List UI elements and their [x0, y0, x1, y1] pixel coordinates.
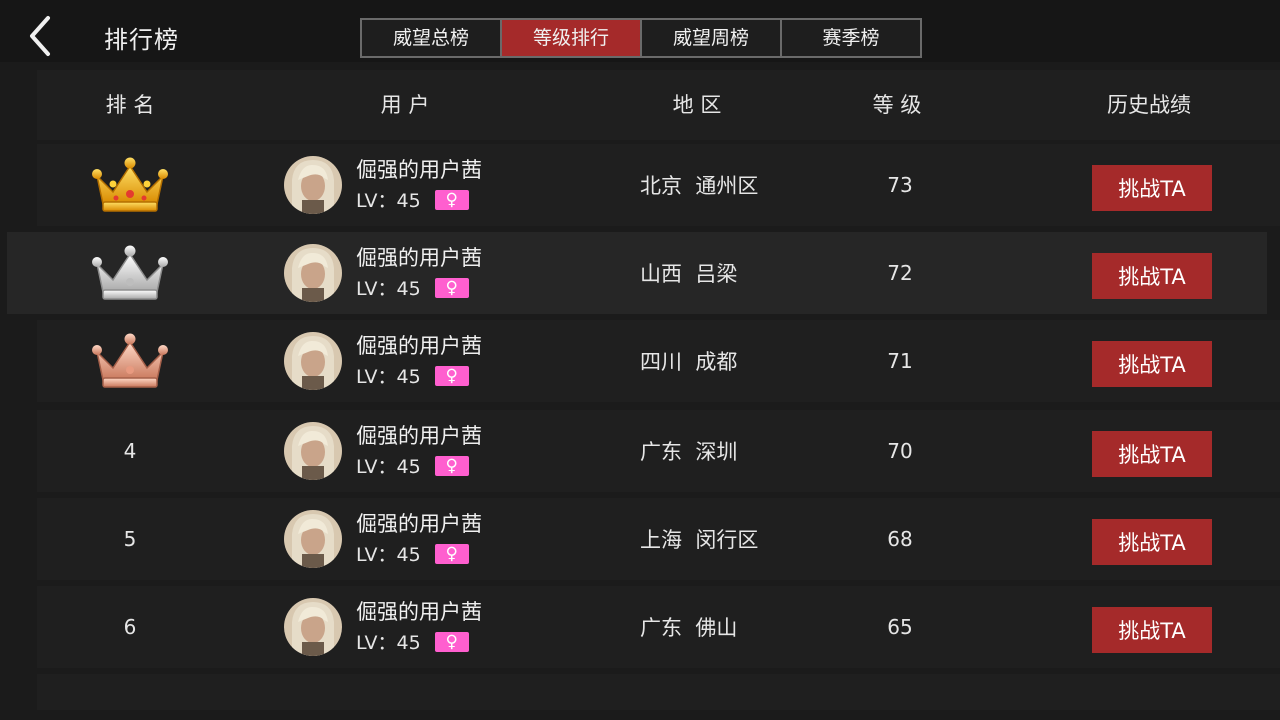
user-cell[interactable]: 倔强的用户茜 LV：45 ♀	[284, 586, 482, 668]
challenge-button[interactable]: 挑战TA	[1092, 341, 1212, 387]
page-title: 排行榜	[104, 26, 179, 54]
rank-number: 6	[123, 615, 137, 639]
tab-prestige-weekly[interactable]: 威望周榜	[642, 20, 782, 56]
level-cell: 70	[887, 439, 913, 463]
region-cell: 广东 深圳	[640, 440, 738, 464]
user-photo-icon	[284, 244, 342, 302]
user-photo-icon	[284, 332, 342, 390]
top-bar: 排行榜 威望总榜 等级排行 威望周榜 赛季榜	[0, 0, 1280, 62]
user-level: LV：45	[356, 190, 421, 212]
avatar[interactable]	[284, 422, 342, 480]
avatar[interactable]	[284, 332, 342, 390]
level-cell: 72	[887, 261, 913, 285]
column-region: 地 区	[672, 93, 722, 117]
tab-prestige-total[interactable]: 威望总榜	[362, 20, 502, 56]
challenge-button[interactable]: 挑战TA	[1092, 519, 1212, 565]
user-info: 倔强的用户茜 LV：45 ♀	[356, 333, 482, 389]
level-cell: 71	[887, 349, 913, 373]
gold-crown-icon	[92, 157, 168, 212]
user-cell[interactable]: 倔强的用户茜 LV：45 ♀	[284, 498, 482, 580]
user-photo-icon	[284, 598, 342, 656]
avatar[interactable]	[284, 244, 342, 302]
user-info: 倔强的用户茜 LV：45 ♀	[356, 423, 482, 479]
region-cell: 四川 成都	[640, 350, 738, 374]
female-icon: ♀	[434, 365, 469, 386]
user-info: 倔强的用户茜 LV：45 ♀	[356, 511, 482, 567]
level-cell: 68	[887, 527, 913, 551]
chevron-left-icon	[30, 16, 50, 56]
avatar[interactable]	[284, 598, 342, 656]
challenge-button[interactable]: 挑战TA	[1092, 165, 1212, 211]
avatar[interactable]	[284, 510, 342, 568]
rank-cell	[37, 232, 223, 314]
level-cell: 73	[887, 173, 913, 197]
user-level: LV：45	[356, 632, 421, 654]
user-level: LV：45	[356, 278, 421, 300]
left-margin	[0, 62, 37, 720]
table-row: 6 倔强的用户茜 LV：45 ♀ 广东 佛山 65 挑战TA	[37, 586, 1280, 668]
region-cell: 广东 佛山	[640, 616, 738, 640]
rank-number: 5	[123, 527, 137, 551]
silver-crown-icon	[92, 245, 168, 300]
user-cell[interactable]: 倔强的用户茜 LV：45 ♀	[284, 410, 482, 492]
region-cell: 北京 通州区	[640, 174, 759, 198]
table-row: 5 倔强的用户茜 LV：45 ♀ 上海 闵行区 68 挑战TA	[37, 498, 1280, 580]
user-info: 倔强的用户茜 LV：45 ♀	[356, 599, 482, 655]
column-rank: 排 名	[105, 93, 155, 117]
user-info: 倔强的用户茜 LV：45 ♀	[356, 157, 482, 213]
user-photo-icon	[284, 422, 342, 480]
challenge-button[interactable]: 挑战TA	[1092, 253, 1212, 299]
tab-level-ranking[interactable]: 等级排行	[502, 20, 642, 56]
user-name: 倔强的用户茜	[356, 424, 482, 448]
column-history: 历史战绩	[1107, 93, 1191, 117]
user-level: LV：45	[356, 456, 421, 478]
region-cell: 上海 闵行区	[640, 528, 759, 552]
column-user: 用 户	[380, 93, 430, 117]
level-cell: 65	[887, 615, 913, 639]
user-name: 倔强的用户茜	[356, 158, 482, 182]
user-cell[interactable]: 倔强的用户茜 LV：45 ♀	[284, 232, 482, 314]
user-level: LV：45	[356, 544, 421, 566]
rank-cell	[37, 320, 223, 402]
challenge-button[interactable]: 挑战TA	[1092, 431, 1212, 477]
rank-cell	[37, 144, 223, 226]
table-row: 4 倔强的用户茜 LV：45 ♀ 广东 深圳 70 挑战TA	[37, 410, 1280, 492]
rank-number: 4	[123, 439, 137, 463]
leaderboard-table: 排 名 用 户 地 区 等 级 历史战绩 倔强的用户茜 LV：45 ♀ 北京 通…	[7, 62, 1280, 720]
user-cell[interactable]: 倔强的用户茜 LV：45 ♀	[284, 320, 482, 402]
female-icon: ♀	[434, 189, 469, 210]
user-level: LV：45	[356, 366, 421, 388]
column-level: 等 级	[872, 93, 922, 117]
region-cell: 山西 吕梁	[640, 262, 738, 286]
user-name: 倔强的用户茜	[356, 600, 482, 624]
challenge-button[interactable]: 挑战TA	[1092, 607, 1212, 653]
female-icon: ♀	[434, 543, 469, 564]
female-icon: ♀	[434, 455, 469, 476]
female-icon: ♀	[434, 631, 469, 652]
user-cell[interactable]: 倔强的用户茜 LV：45 ♀	[284, 144, 482, 226]
user-name: 倔强的用户茜	[356, 512, 482, 536]
table-row-empty	[37, 674, 1280, 710]
user-info: 倔强的用户茜 LV：45 ♀	[356, 245, 482, 301]
user-name: 倔强的用户茜	[356, 246, 482, 270]
tab-season[interactable]: 赛季榜	[782, 20, 920, 56]
table-header: 排 名 用 户 地 区 等 级 历史战绩	[37, 70, 1280, 140]
table-row: 倔强的用户茜 LV：45 ♀ 四川 成都 71 挑战TA	[37, 320, 1280, 402]
leaderboard-tabs: 威望总榜 等级排行 威望周榜 赛季榜	[360, 18, 922, 58]
bronze-crown-icon	[92, 333, 168, 388]
user-photo-icon	[284, 510, 342, 568]
female-icon: ♀	[434, 277, 469, 298]
table-row: 倔强的用户茜 LV：45 ♀ 山西 吕梁 72 挑战TA	[7, 232, 1267, 314]
table-row: 倔强的用户茜 LV：45 ♀ 北京 通州区 73 挑战TA	[37, 144, 1280, 226]
avatar[interactable]	[284, 156, 342, 214]
user-name: 倔强的用户茜	[356, 334, 482, 358]
user-photo-icon	[284, 156, 342, 214]
back-button[interactable]	[22, 14, 62, 58]
